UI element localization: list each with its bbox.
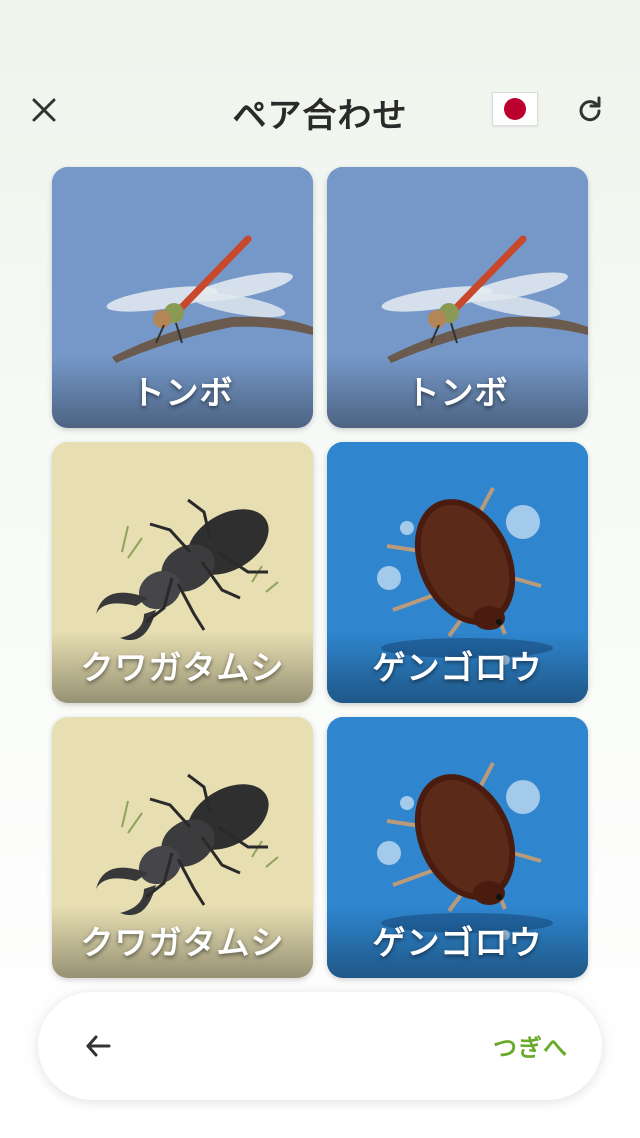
card-stag-beetle[interactable]: クワガタムシ bbox=[52, 717, 313, 978]
back-button[interactable] bbox=[78, 1026, 118, 1066]
card-label: トンボ bbox=[406, 373, 509, 412]
card-label: ゲンゴロウ bbox=[372, 923, 543, 962]
bottom-nav-bar: つぎへ bbox=[38, 992, 602, 1100]
next-button[interactable]: つぎへ bbox=[493, 1028, 568, 1063]
card-dragonfly[interactable]: トンボ bbox=[52, 167, 313, 428]
card-label: ゲンゴロウ bbox=[372, 648, 543, 687]
card-label: クワガタムシ bbox=[80, 648, 285, 687]
card-diving-beetle[interactable]: ゲンゴロウ bbox=[327, 442, 588, 703]
card-grid: トンボ トンボ クワガタムシ ゲンゴロウ クワガタムシ ゲンゴロウ bbox=[52, 167, 588, 978]
card-diving-beetle[interactable]: ゲンゴロウ bbox=[327, 717, 588, 978]
header: ペア合わせ bbox=[0, 70, 640, 150]
arrow-left-icon bbox=[86, 1035, 111, 1057]
card-dragonfly[interactable]: トンボ bbox=[327, 167, 588, 428]
card-stag-beetle[interactable]: クワガタムシ bbox=[52, 442, 313, 703]
card-label: クワガタムシ bbox=[80, 923, 285, 962]
japan-flag-icon bbox=[504, 98, 526, 120]
page-title: ペア合わせ bbox=[232, 96, 408, 136]
refresh-button[interactable] bbox=[570, 90, 610, 130]
card-label: トンボ bbox=[131, 373, 234, 412]
refresh-icon bbox=[579, 96, 601, 122]
language-flag-button[interactable] bbox=[492, 92, 538, 126]
